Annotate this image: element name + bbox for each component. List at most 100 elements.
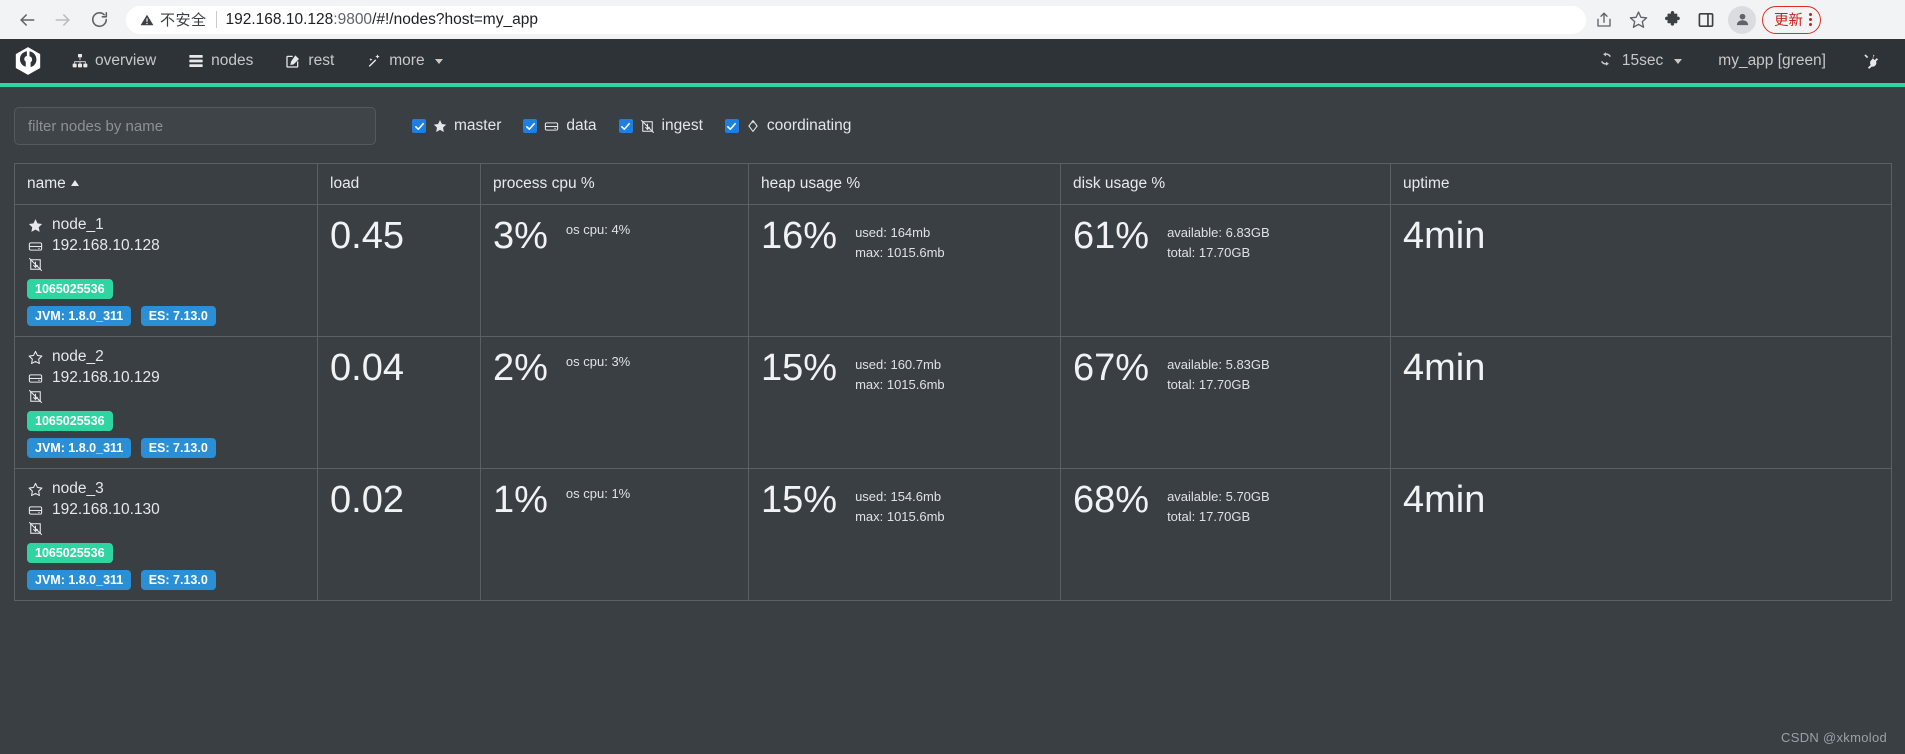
nav-label: rest: [308, 52, 335, 69]
share-icon[interactable]: [1588, 4, 1620, 36]
nav-item-overview[interactable]: overview: [56, 39, 172, 83]
checkbox-data[interactable]: [523, 119, 538, 133]
database-disk-icon: [27, 503, 43, 518]
table-row[interactable]: node_3 192.168.10.130 1065025536 JVM: 1.…: [14, 468, 1892, 601]
search-input[interactable]: [14, 107, 376, 145]
table-row[interactable]: node_1 192.168.10.128 1065025536 JVM: 1.…: [14, 204, 1892, 337]
extensions-puzzle-icon[interactable]: [1656, 4, 1688, 36]
column-header-heap-usage[interactable]: heap usage %: [748, 163, 1061, 205]
node-name-line: node_3: [27, 479, 305, 499]
cell-node-name: node_2 192.168.10.129 1065025536 JVM: 1.…: [14, 336, 318, 469]
url-text: 192.168.10.128:9800/#!/nodes?host=my_app: [225, 10, 538, 28]
kebab-menu-icon[interactable]: [1809, 13, 1812, 26]
node-ingest-line: [27, 521, 305, 536]
nav-item-more[interactable]: more: [350, 39, 458, 83]
role-filter-ingest[interactable]: ingest: [618, 117, 703, 135]
heap-details: used: 164mb max: 1015.6mb: [855, 215, 945, 263]
disk-percent: 68%: [1073, 479, 1150, 521]
cluster-status-label[interactable]: my_app [green]: [1696, 39, 1848, 83]
es-version-badge: ES: 7.13.0: [140, 570, 216, 590]
database-disk-icon: [544, 119, 559, 134]
node-ip-line: 192.168.10.129: [27, 368, 305, 388]
cell-node-name: node_1 192.168.10.128 1065025536 JVM: 1.…: [14, 204, 318, 337]
os-cpu-value: os cpu: 1%: [565, 486, 631, 501]
forward-button[interactable]: [46, 3, 80, 37]
node-ingest-line: [27, 389, 305, 404]
cell-process-cpu: 2% os cpu: 3%: [480, 336, 749, 469]
heap-used: used: 164mb: [855, 225, 931, 240]
os-cpu-value: os cpu: 3%: [565, 354, 631, 369]
disk-total: total: 17.70GB: [1167, 509, 1251, 524]
nav-item-nodes[interactable]: nodes: [172, 39, 269, 83]
diamond-icon: [746, 119, 760, 133]
cell-process-cpu: 3% os cpu: 4%: [480, 204, 749, 337]
es-version-badge: ES: 7.13.0: [140, 306, 216, 326]
sitemap-icon: [72, 53, 88, 69]
side-panel-icon[interactable]: [1690, 4, 1722, 36]
column-header-load[interactable]: load: [317, 163, 481, 205]
reload-button[interactable]: [82, 3, 116, 37]
jvm-version-badge: JVM: 1.8.0_311: [27, 570, 132, 590]
process-cpu-value: 3%: [493, 215, 548, 257]
cell-heap-usage: 15% used: 160.7mb max: 1015.6mb: [748, 336, 1061, 469]
process-cpu-value: 2%: [493, 347, 548, 389]
nav-label: overview: [95, 52, 157, 69]
star-filled-icon: [27, 218, 43, 233]
cell-node-name: node_3 192.168.10.130 1065025536 JVM: 1.…: [14, 468, 318, 601]
node-id-badges: 1065025536: [27, 411, 305, 431]
table-row[interactable]: node_2 192.168.10.129 1065025536 JVM: 1.…: [14, 336, 1892, 469]
node-name: node_1: [52, 216, 104, 233]
role-label: data: [566, 117, 597, 134]
disk-percent: 61%: [1073, 215, 1150, 257]
disk-available: available: 6.83GB: [1167, 225, 1270, 240]
disk-details: available: 5.70GB total: 17.70GB: [1167, 479, 1270, 527]
role-filter-master[interactable]: master: [412, 117, 501, 135]
uptime-value: 4min: [1403, 479, 1486, 521]
checkbox-coordinating[interactable]: [724, 119, 739, 133]
role-label: coordinating: [766, 117, 852, 134]
bookmark-star-icon[interactable]: [1622, 4, 1654, 36]
update-button[interactable]: 更新: [1762, 5, 1821, 34]
back-button[interactable]: [10, 3, 44, 37]
column-header-name[interactable]: name: [14, 163, 318, 205]
checkbox-master[interactable]: [412, 119, 426, 133]
column-header-process-cpu[interactable]: process cpu %: [480, 163, 749, 205]
load-value: 0.45: [330, 215, 404, 257]
cell-heap-usage: 15% used: 154.6mb max: 1015.6mb: [748, 468, 1061, 601]
role-filter-data[interactable]: data: [523, 117, 597, 135]
heap-details: used: 154.6mb max: 1015.6mb: [855, 479, 945, 527]
node-version-badges: JVM: 1.8.0_311 ES: 7.13.0: [27, 570, 305, 590]
heap-details: used: 160.7mb max: 1015.6mb: [855, 347, 945, 395]
plug-icon[interactable]: [1848, 39, 1887, 83]
disk-percent: 67%: [1073, 347, 1150, 389]
refresh-interval-selector[interactable]: 15sec: [1584, 39, 1696, 83]
address-bar[interactable]: 不安全 192.168.10.128:9800/#!/nodes?host=my…: [126, 5, 1586, 34]
heap-max: max: 1015.6mb: [855, 245, 945, 260]
page-content: master data: [0, 87, 1905, 601]
sort-asc-icon: [70, 180, 79, 186]
table-header-row: name load process cpu % heap usage % dis…: [14, 163, 1892, 205]
filter-row: master data: [14, 87, 1891, 163]
node-id-badges: 1065025536: [27, 543, 305, 563]
ingest-arrow-icon: [640, 119, 655, 134]
heap-max: max: 1015.6mb: [855, 377, 945, 392]
column-label: name: [27, 175, 66, 192]
cerebro-logo-icon[interactable]: [0, 46, 56, 76]
heap-used: used: 154.6mb: [855, 489, 942, 504]
jvm-version-badge: JVM: 1.8.0_311: [27, 438, 132, 458]
node-ip: 192.168.10.128: [52, 237, 160, 254]
checkbox-ingest[interactable]: [618, 119, 633, 133]
star-outline-icon: [27, 350, 43, 365]
column-header-uptime[interactable]: uptime: [1390, 163, 1892, 205]
disk-total: total: 17.70GB: [1167, 377, 1251, 392]
node-id-badge: 1065025536: [27, 543, 113, 563]
load-value: 0.04: [330, 347, 404, 389]
nav-item-rest[interactable]: rest: [269, 39, 350, 83]
role-filter-coordinating[interactable]: coordinating: [724, 117, 852, 135]
profile-avatar-icon[interactable]: [1728, 5, 1756, 34]
page-root: 不安全 192.168.10.128:9800/#!/nodes?host=my…: [0, 0, 1905, 754]
column-header-disk-usage[interactable]: disk usage %: [1060, 163, 1391, 205]
cell-uptime: 4min: [1390, 204, 1892, 337]
node-name: node_2: [52, 348, 104, 365]
database-disk-icon: [27, 239, 43, 254]
